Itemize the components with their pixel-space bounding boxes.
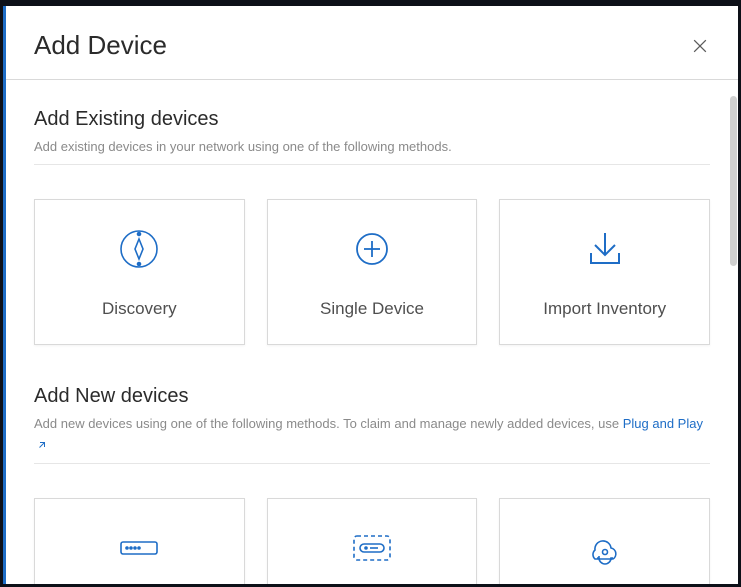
card-new-device-1[interactable] xyxy=(34,498,245,584)
card-label: Discovery xyxy=(102,299,177,319)
scrollbar[interactable] xyxy=(730,96,737,266)
plus-circle-icon xyxy=(348,225,396,273)
card-import-inventory[interactable]: Import Inventory xyxy=(499,199,710,345)
section-title: Add Existing devices xyxy=(34,108,710,131)
section-desc-text: Add new devices using one of the followi… xyxy=(34,416,623,431)
section-desc: Add new devices using one of the followi… xyxy=(34,414,710,465)
external-link-icon xyxy=(36,437,48,458)
compass-icon xyxy=(115,225,163,273)
section-new-devices: Add New devices Add new devices using on… xyxy=(34,385,710,584)
close-icon xyxy=(690,36,710,56)
link-text: Plug and Play xyxy=(623,416,703,431)
new-cards xyxy=(34,498,710,584)
switch-device-icon xyxy=(111,528,167,568)
download-icon xyxy=(581,225,629,273)
cloud-sync-icon xyxy=(577,528,633,568)
card-label: Import Inventory xyxy=(543,299,666,319)
modal-body: Add Existing devices Add existing device… xyxy=(6,80,738,584)
close-button[interactable] xyxy=(690,36,710,56)
card-new-device-2[interactable] xyxy=(267,498,478,584)
card-label: Single Device xyxy=(320,299,424,319)
modal-title: Add Device xyxy=(34,30,167,61)
add-device-modal: Add Device Add Existing devices Add exis… xyxy=(3,6,738,584)
section-existing-devices: Add Existing devices Add existing device… xyxy=(34,108,710,345)
existing-cards: Discovery Single Device xyxy=(34,199,710,345)
card-new-device-3[interactable] xyxy=(499,498,710,584)
device-dashed-icon xyxy=(344,528,400,568)
section-title: Add New devices xyxy=(34,385,710,408)
modal-header: Add Device xyxy=(6,6,738,80)
section-desc: Add existing devices in your network usi… xyxy=(34,137,710,165)
card-single-device[interactable]: Single Device xyxy=(267,199,478,345)
card-discovery[interactable]: Discovery xyxy=(34,199,245,345)
